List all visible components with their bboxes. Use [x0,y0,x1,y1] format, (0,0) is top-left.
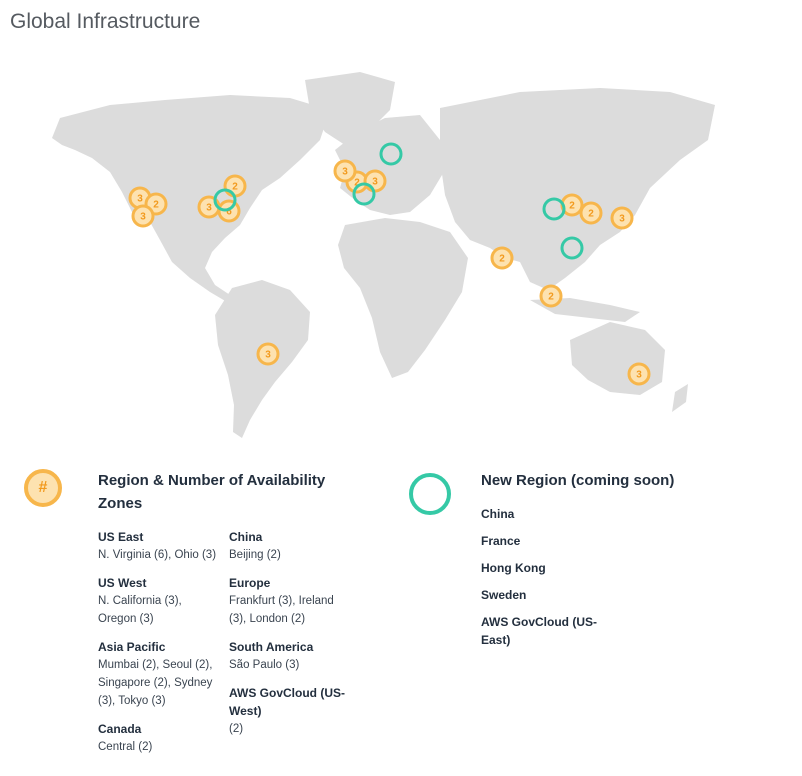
new-region-item: Sweden [481,588,527,602]
svg-text:2: 2 [569,201,575,212]
svg-text:3: 3 [636,370,642,381]
svg-text:3: 3 [206,203,212,214]
region-group-title: US East [98,530,144,544]
region-marker: 3 [363,169,387,193]
region-group-title: AWS GovCloud (US-West) [229,686,345,718]
svg-text:2: 2 [499,254,505,265]
new-region-item: AWS GovCloud (US-East) [481,615,597,647]
legend-column-1: US East N. Virginia (6), Ohio (3) US Wes… [98,528,218,766]
asia-shape [440,88,715,290]
svg-text:2: 2 [548,292,554,303]
world-map: 3 2 3 3 2 6 3 2 3 2 2 3 2 2 3 3 [52,72,715,438]
new-region-legend-icon [409,473,451,515]
region-group-title: South America [229,640,314,654]
new-zealand-shape [672,384,688,412]
svg-text:2: 2 [232,182,238,193]
region-group-detail: (2) [229,723,244,735]
region-group-title: China [229,530,263,544]
region-group-detail: Frankfurt (3), Ireland (3), London (2) [229,595,334,625]
region-marker: 3 [610,206,634,230]
existing-region-legend-title: Region & Number of Availability Zones [98,472,326,512]
svg-text:3: 3 [137,194,143,205]
hash-icon: # [38,479,48,496]
region-marker: 3 [333,159,357,183]
region-marker: 2 [539,284,563,308]
page-title: Global Infrastructure [10,10,201,33]
region-group: AWS GovCloud (US-West) (2) [229,684,349,738]
region-group-detail: Mumbai (2), Seoul (2), Singapore (2), Sy… [98,659,213,707]
svg-text:2: 2 [153,200,159,211]
africa-shape [338,218,468,378]
region-marker: 2 [223,174,247,198]
svg-text:3: 3 [265,350,271,361]
region-group-detail: Central (2) [98,741,153,753]
region-group-detail: N. Virginia (6), Ohio (3) [98,549,217,561]
region-group-detail: N. California (3), Oregon (3) [98,595,182,625]
region-group: South America São Paulo (3) [229,638,349,674]
region-group: China Beijing (2) [229,528,349,564]
north-america-shape [52,95,330,305]
svg-text:2: 2 [588,209,594,220]
region-marker: 3 [256,342,280,366]
region-group-title: US West [98,576,147,590]
region-group: US East N. Virginia (6), Ohio (3) [98,528,218,564]
region-group-detail: Beijing (2) [229,549,281,561]
region-group: US West N. California (3), Oregon (3) [98,574,218,628]
new-region-legend-title: New Region (coming soon) [481,472,675,489]
region-group-title: Canada [98,722,142,736]
svg-text:3: 3 [140,212,146,223]
svg-text:3: 3 [372,177,378,188]
region-group-detail: São Paulo (3) [229,659,300,671]
continents [52,72,715,438]
existing-region-legend-icon: # [24,469,62,507]
region-marker: 3 [627,362,651,386]
region-marker: 2 [579,201,603,225]
region-group: Europe Frankfurt (3), Ireland (3), Londo… [229,574,349,628]
region-group: Asia Pacific Mumbai (2), Seoul (2), Sing… [98,638,218,710]
region-group-title: Europe [229,576,271,590]
new-region-list: China France Hong Kong Sweden AWS GovClo… [481,505,606,658]
region-group: Canada Central (2) [98,720,218,756]
region-group-title: Asia Pacific [98,640,166,654]
region-marker: 3 [131,204,155,228]
new-region-item: Hong Kong [481,561,546,575]
svg-text:3: 3 [342,167,348,178]
region-marker: 2 [490,246,514,270]
legend-column-2: China Beijing (2) Europe Frankfurt (3), … [229,528,349,748]
australia-shape [570,322,665,395]
new-region-item: China [481,507,515,521]
new-region-item: France [481,534,521,548]
svg-text:3: 3 [619,214,625,225]
